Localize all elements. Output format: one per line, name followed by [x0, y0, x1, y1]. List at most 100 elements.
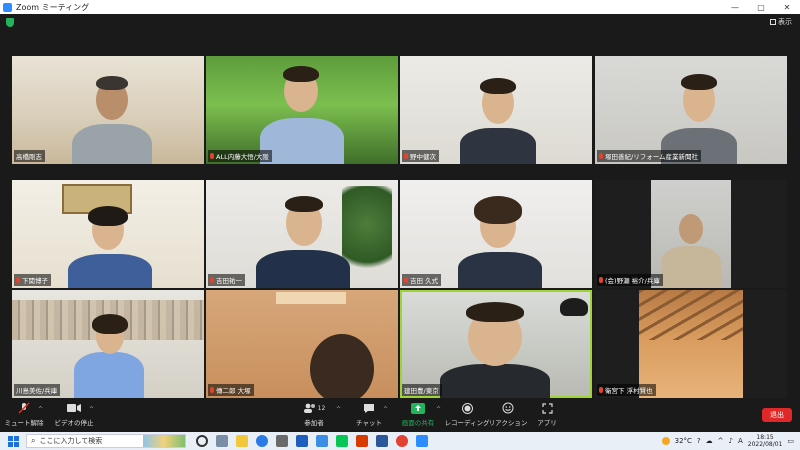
reactions-button[interactable]: リアクション — [488, 402, 528, 430]
participant-hair — [96, 76, 128, 90]
chat-button[interactable]: チャット — [352, 402, 386, 430]
participant-body — [74, 352, 144, 398]
participants-count: 12 — [317, 404, 326, 412]
weather-icon — [661, 437, 670, 445]
participant-hair — [681, 74, 717, 90]
participants-options-caret[interactable]: ^ — [336, 406, 341, 413]
participant-name-tag: 下関博子 — [14, 274, 51, 286]
participant-hair — [480, 78, 516, 94]
stop-video-button[interactable]: ビデオの停止 — [54, 402, 94, 430]
minimize-button[interactable]: — — [722, 0, 748, 14]
mute-options-caret[interactable]: ^ — [38, 406, 43, 413]
leave-button[interactable]: 退出 — [762, 408, 792, 422]
muted-mic-icon — [404, 277, 408, 283]
mail-icon[interactable] — [296, 435, 308, 447]
video-tile[interactable]: 傳二郎 大塚 — [206, 290, 398, 398]
participant-body — [440, 364, 550, 398]
participant-body — [458, 252, 542, 288]
participant-name-tag: 建田豊/東京 — [402, 384, 442, 396]
video-tile[interactable]: 野中健次 — [400, 56, 592, 164]
video-tile[interactable]: 川島美佐/兵庫 — [12, 290, 204, 398]
record-icon — [460, 402, 474, 414]
edge-browser-icon[interactable] — [256, 435, 268, 447]
line-app-icon[interactable] — [336, 435, 348, 447]
participant-hair — [283, 66, 319, 82]
share-screen-button[interactable]: 画面の共有 — [398, 402, 438, 430]
notification-icon[interactable]: ▭ — [787, 437, 794, 445]
participant-name-tag: ALL内藤大悟/大阪 — [208, 150, 272, 162]
cloud-icon[interactable]: ☁ — [706, 437, 713, 445]
video-tile[interactable]: 塚田善紀/リフォーム産業新聞社 — [595, 56, 787, 164]
system-tray: 32°C ? ☁ ^ ♪ A 18:15 2022/08/01 ▭ — [661, 432, 794, 450]
chrome-browser-icon[interactable] — [396, 435, 408, 447]
participant-name-tag: (会)野瀬 裕介/兵庫 — [597, 274, 663, 286]
clock[interactable]: 18:15 2022/08/01 — [748, 434, 783, 448]
chat-options-caret[interactable]: ^ — [383, 406, 388, 413]
window-title: Zoom ミーティング — [16, 2, 90, 12]
participant-video — [651, 180, 731, 288]
powerpoint-icon[interactable] — [356, 435, 368, 447]
muted-microphone-icon — [17, 402, 31, 414]
muted-mic-icon — [210, 387, 214, 393]
wall-sign — [276, 292, 346, 304]
close-button[interactable]: ✕ — [774, 0, 800, 14]
app-icon[interactable] — [316, 435, 328, 447]
video-tile[interactable]: ALL内藤大悟/大阪 — [206, 56, 398, 164]
participant-hair — [88, 206, 128, 226]
video-options-caret[interactable]: ^ — [89, 406, 94, 413]
participant-name-tag: 衛宮下 浮村賢也 — [597, 384, 656, 396]
volume-icon[interactable]: ♪ — [729, 437, 733, 445]
view-button[interactable]: 表示 — [770, 17, 792, 27]
security-shield-icon[interactable] — [6, 18, 14, 27]
show-hidden-icons-chevron-icon[interactable]: ^ — [718, 437, 724, 445]
video-tile[interactable]: 下関博子 — [12, 180, 204, 288]
file-explorer-icon[interactable] — [236, 435, 248, 447]
unmute-button[interactable]: ミュート解除 — [5, 402, 44, 430]
grid-view-icon — [770, 19, 776, 25]
store-icon[interactable] — [276, 435, 288, 447]
muted-mic-icon — [210, 153, 214, 159]
windows-taskbar: ⌕ ここに入力して検索 32°C ? ☁ ^ ♪ A 18:15 2022/08… — [0, 432, 800, 450]
video-tile-active-speaker[interactable]: 建田豊/東京 — [400, 290, 592, 398]
participants-icon: 12 — [302, 402, 326, 414]
participant-body — [72, 124, 152, 164]
video-tile[interactable]: (会)野瀬 裕介/兵庫 — [595, 180, 787, 288]
meeting-area: 表示 高橋剛志 ALL内藤大悟/大阪 野中健次 塚田善紀/リフォーム産業新聞社 … — [0, 14, 800, 400]
zoom-taskbar-icon[interactable] — [416, 435, 428, 447]
widgets-icon[interactable] — [216, 435, 228, 447]
video-tile[interactable]: 高橋剛志 — [12, 56, 204, 164]
participant-name-tag: 川島美佐/兵庫 — [14, 384, 61, 396]
apps-button[interactable]: アプリ — [534, 402, 560, 430]
participant-name-tag: 吉田祐一 — [208, 274, 245, 286]
record-button[interactable]: レコーディング — [444, 402, 490, 430]
meeting-toolbar: ミュート解除 ^ ビデオの停止 ^ 12 参加者 ^ チャット ^ 画面の共有 … — [0, 400, 800, 432]
video-tile[interactable]: 衛宮下 浮村賢也 — [595, 290, 787, 398]
participants-button[interactable]: 12 参加者 — [296, 402, 332, 430]
task-view-icon[interactable] — [196, 435, 208, 447]
emoji-plus-icon — [501, 402, 515, 414]
word-icon[interactable] — [376, 435, 388, 447]
muted-mic-icon — [599, 153, 603, 159]
search-highlight-image — [143, 435, 185, 447]
participant-body — [68, 254, 152, 288]
help-icon[interactable]: ? — [697, 437, 701, 445]
ime-indicator[interactable]: A — [738, 437, 743, 445]
share-options-caret[interactable]: ^ — [436, 406, 441, 413]
video-tile[interactable]: 吉田 久式 — [400, 180, 592, 288]
apps-icon — [540, 402, 554, 414]
maximize-button[interactable]: ▢ — [748, 0, 774, 14]
participant-body — [460, 128, 536, 164]
taskbar-search-box[interactable]: ⌕ ここに入力して検索 — [26, 434, 186, 448]
participant-name-tag: 高橋剛志 — [14, 150, 45, 162]
video-tile[interactable]: 吉田祐一 — [206, 180, 398, 288]
participant-body — [256, 250, 350, 288]
windows-start-icon[interactable] — [6, 434, 20, 448]
participant-hair — [474, 196, 522, 224]
pendant-lamp — [560, 298, 588, 316]
participant-hair — [92, 314, 128, 334]
title-bar: Zoom ミーティング — ▢ ✕ — [0, 0, 800, 14]
participant-hair — [285, 196, 323, 212]
participant-body — [260, 118, 344, 164]
muted-mic-icon — [599, 277, 603, 283]
search-icon: ⌕ — [31, 436, 36, 445]
